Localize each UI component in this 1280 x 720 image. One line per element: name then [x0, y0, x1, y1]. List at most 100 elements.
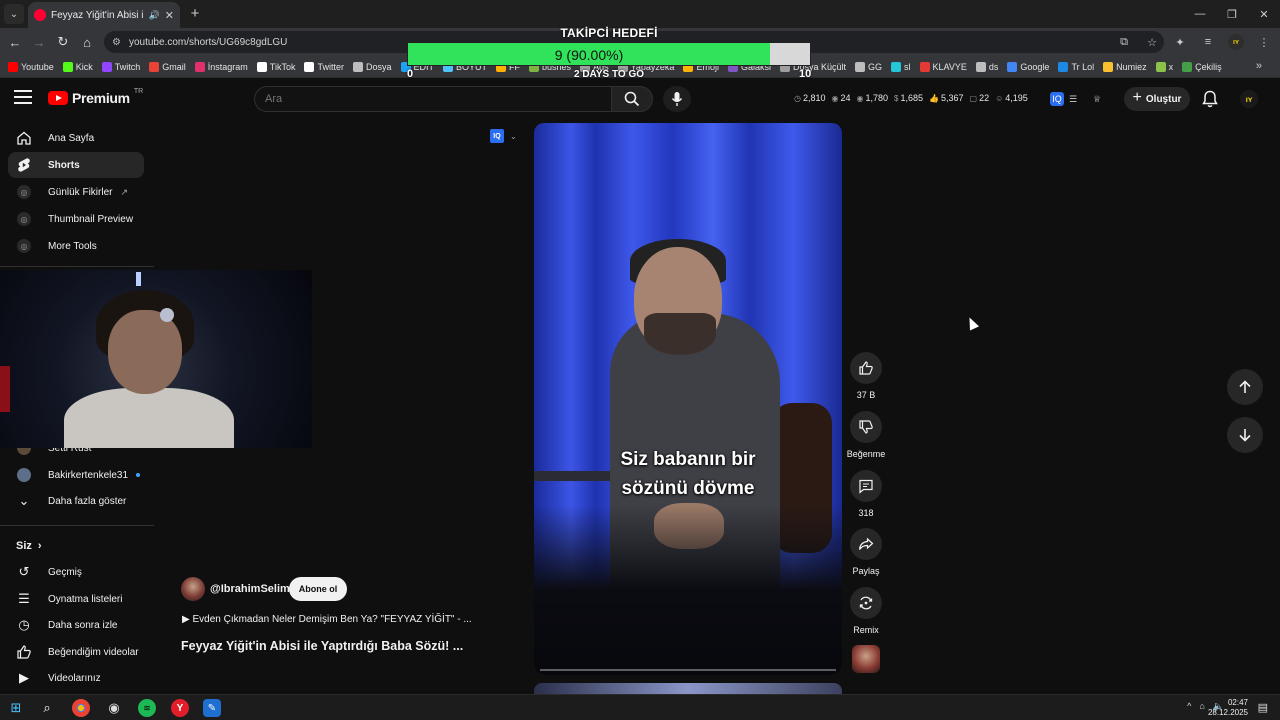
remix-button[interactable]: [850, 587, 882, 619]
extensions-icon[interactable]: ✦: [1172, 33, 1188, 51]
bookmark-item[interactable]: KLAVYE: [919, 61, 967, 72]
playlist-link[interactable]: ▶ Evden Çıkmadan Neler Demişim Ben Ya? "…: [182, 614, 472, 625]
new-tab-button[interactable]: +: [186, 4, 204, 22]
sidebar-item-thumbnail-preview[interactable]: ◎ Thumbnail Preview: [8, 206, 144, 232]
tray-chevron-icon[interactable]: ^: [1187, 701, 1191, 712]
close-tab-icon[interactable]: ✕: [165, 9, 174, 22]
bookmark-label: Dosya: [365, 61, 392, 72]
shorts-video-player[interactable]: Siz babanın bir sözünü dövme: [534, 123, 842, 675]
bookmark-item[interactable]: x: [1155, 61, 1173, 72]
browser-tab-active[interactable]: Feyyaz Yiğit'in Abisi ile Yaptı 🔊 ✕: [28, 2, 180, 28]
bookmark-item[interactable]: Youtube: [8, 61, 54, 72]
like-action: 37 B: [846, 352, 886, 400]
notification-center-icon[interactable]: ▤: [1258, 701, 1268, 714]
browser-menu-icon[interactable]: ⋮: [1256, 33, 1272, 51]
sidebar-item-your-videos[interactable]: ▶ Videolarınız: [8, 665, 144, 691]
bookmark-item[interactable]: Çekiliş: [1182, 61, 1222, 72]
install-app-icon[interactable]: ⧉: [1116, 33, 1132, 51]
restore-icon[interactable]: ❐: [1216, 0, 1248, 28]
bookmark-item[interactable]: Twitter: [304, 61, 344, 72]
bookmark-item[interactable]: TikTok: [256, 61, 295, 72]
forward-icon[interactable]: →: [30, 33, 48, 51]
bookmark-item[interactable]: sl: [891, 61, 911, 72]
spotify-icon[interactable]: ≋: [138, 699, 156, 717]
notifications-icon[interactable]: [1200, 89, 1220, 109]
plus-icon: +: [1132, 89, 1142, 106]
bookmark-item[interactable]: Tr Lol: [1058, 61, 1094, 72]
bookmark-item[interactable]: Dosya: [352, 61, 392, 72]
back-icon[interactable]: ←: [6, 33, 24, 51]
list-extension-icon[interactable]: ☰: [1066, 92, 1080, 106]
chrome-icon[interactable]: [72, 699, 90, 717]
windows-start-icon[interactable]: ⊞: [7, 699, 25, 717]
bookmark-item[interactable]: Gmail: [149, 61, 186, 72]
like-button[interactable]: [850, 352, 882, 384]
dislike-button[interactable]: [850, 411, 882, 443]
sidebar-item-liked-videos[interactable]: Beğendiğim videolar: [8, 639, 144, 665]
sidebar-item-label: Thumbnail Preview: [48, 213, 134, 225]
bookmark-item[interactable]: ds: [975, 61, 998, 72]
network-icon[interactable]: ⌂: [1199, 701, 1204, 712]
bookmark-item[interactable]: GG: [855, 61, 882, 72]
create-button[interactable]: + Oluştur: [1124, 87, 1190, 111]
sidebar-item-home[interactable]: Ana Sayfa: [8, 125, 144, 151]
comments-button[interactable]: [850, 470, 882, 502]
bookmark-item[interactable]: Kick: [62, 61, 93, 72]
channel-name[interactable]: @IbrahimSelim: [210, 583, 290, 595]
channel-avatar[interactable]: [181, 577, 205, 601]
site-info-icon[interactable]: ⚙: [112, 37, 121, 48]
sidebar-item-watch-later[interactable]: ◷ Daha sonra izle: [8, 612, 144, 638]
video-title[interactable]: Feyyaz Yiğit'in Abisi ile Yaptırdığı Bab…: [181, 639, 463, 653]
bookmark-star-icon[interactable]: ☆: [1144, 33, 1160, 51]
you-section-header[interactable]: Siz ›: [16, 540, 42, 552]
more-bookmarks-button[interactable]: »: [1256, 60, 1262, 72]
sidebar-item-daily-ideas[interactable]: ◎ Günlük Fikirler ↗: [8, 179, 144, 205]
close-window-icon[interactable]: ✕: [1248, 0, 1280, 28]
menu-icon[interactable]: [14, 90, 32, 106]
paint-icon[interactable]: ✎: [203, 699, 221, 717]
profile-avatar[interactable]: ıʏ: [1228, 34, 1244, 50]
bookmark-item[interactable]: İnstagram: [194, 61, 248, 72]
account-avatar[interactable]: ıʏ: [1240, 90, 1258, 108]
share-button[interactable]: [850, 528, 882, 560]
microphone-icon: [671, 92, 683, 106]
bookmark-favicon-icon: [1155, 61, 1166, 72]
light-bar: [136, 272, 141, 286]
vidiq-short-menu[interactable]: IQ ⌄: [490, 129, 517, 143]
subscription-item[interactable]: Bakirkertenkele31: [8, 462, 144, 488]
video-progress-bar[interactable]: [540, 669, 836, 671]
sidebar-item-more-tools[interactable]: ◎ More Tools: [8, 233, 144, 259]
windows-taskbar: ⊞ ⌕ ◉ ≋ Y ✎ ^ ⌂ 🔈 02:47 28.12.2025 ▤: [0, 694, 1280, 720]
show-more-button[interactable]: ⌄ Daha fazla göster: [8, 488, 144, 514]
trophy-icon[interactable]: ♕: [1090, 92, 1104, 106]
sidebar-item-shorts[interactable]: Shorts: [8, 152, 144, 178]
voice-search-button[interactable]: [663, 86, 691, 112]
search-button[interactable]: [611, 86, 653, 112]
reload-icon[interactable]: ↻: [54, 33, 72, 51]
subscribe-button[interactable]: Abone ol: [289, 577, 347, 601]
search-input[interactable]: [254, 86, 611, 112]
next-short-preview[interactable]: [534, 683, 842, 694]
system-clock[interactable]: 02:47 28.12.2025: [1208, 698, 1248, 718]
obs-icon[interactable]: ◉: [105, 699, 123, 717]
bookmark-item[interactable]: Numiez: [1103, 61, 1147, 72]
audio-playing-icon[interactable]: 🔊: [149, 10, 160, 21]
stat-comments: ▢ 22: [969, 93, 990, 103]
media-control-icon[interactable]: ≡: [1200, 33, 1216, 51]
previous-short-button[interactable]: [1227, 369, 1263, 405]
original-sound-thumbnail[interactable]: [852, 645, 880, 673]
home-browser-icon[interactable]: ⌂: [78, 33, 96, 51]
yandex-icon[interactable]: Y: [171, 699, 189, 717]
bookmark-item[interactable]: Twitch: [101, 61, 140, 72]
youtube-header: Premium TR ◷2,810 ◉24 ◉1,780 $1,685 👍5,3…: [0, 78, 1280, 120]
taskbar-search-icon[interactable]: ⌕: [38, 699, 56, 717]
sidebar-item-history[interactable]: ↺ Geçmiş: [8, 559, 144, 585]
bookmark-item[interactable]: Google: [1007, 61, 1049, 72]
minimize-icon[interactable]: —: [1184, 0, 1216, 28]
next-short-button[interactable]: [1227, 417, 1263, 453]
sidebar-item-playlists[interactable]: ☰ Oynatma listeleri: [8, 586, 144, 612]
remix-action: Remix: [846, 587, 886, 635]
vidiq-extension-icon[interactable]: IQ: [1050, 92, 1064, 106]
tab-search-button[interactable]: ⌄: [4, 4, 24, 24]
youtube-premium-logo[interactable]: Premium TR: [48, 88, 143, 106]
